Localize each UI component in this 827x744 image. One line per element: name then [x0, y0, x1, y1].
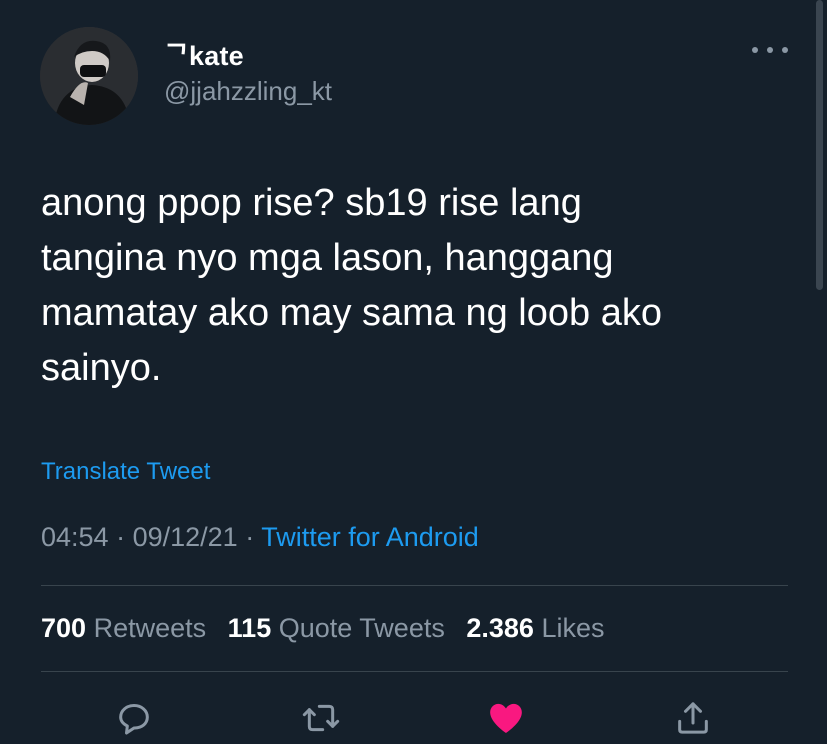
likes-label: Likes	[541, 613, 605, 643]
retweets-stat[interactable]: 700 Retweets	[41, 613, 206, 644]
more-dot	[782, 47, 788, 53]
heart-icon[interactable]	[486, 698, 526, 738]
retweets-count: 700	[41, 613, 87, 643]
tweet-text-line: mamatay ako may sama ng loob ako	[41, 292, 662, 334]
retweet-icon[interactable]	[301, 698, 341, 738]
tweet-date[interactable]: 09/12/21	[133, 522, 238, 552]
tweet-metadata: 04:54 · 09/12/21 · Twitter for Android	[41, 522, 479, 553]
more-dot	[752, 47, 758, 53]
scrollbar[interactable]	[816, 0, 823, 290]
tweet-source-link[interactable]: Twitter for Android	[261, 522, 479, 552]
translate-tweet-link[interactable]: Translate Tweet	[41, 458, 210, 486]
display-name[interactable]: ᄀkate	[164, 34, 244, 73]
quote-tweets-count: 115	[227, 613, 272, 643]
avatar-photo	[40, 27, 138, 125]
tweet-text-line: anong ppop rise? sb19 rise lang	[41, 182, 582, 224]
likes-stat[interactable]: 2.386 Likes	[466, 613, 604, 644]
tweet-time[interactable]: 04:54	[41, 522, 109, 552]
meta-separator: ·	[108, 522, 133, 552]
share-icon[interactable]	[673, 698, 713, 738]
likes-count: 2.386	[466, 613, 534, 643]
tweet-text-line: sainyo.	[41, 347, 162, 389]
tweet-text-line: tangina nyo mga lason, hanggang	[41, 237, 614, 279]
more-options-icon[interactable]	[752, 38, 788, 62]
divider	[41, 671, 788, 672]
meta-separator: ·	[237, 522, 262, 552]
tweet-detail-page: ᄀkate @jjahzzling_kt anong ppop rise? sb…	[0, 0, 827, 744]
reply-icon[interactable]	[114, 698, 154, 738]
user-handle[interactable]: @jjahzzling_kt	[164, 76, 332, 107]
more-dot	[767, 47, 773, 53]
tweet-text: anong ppop rise? sb19 rise lang tangina n…	[41, 176, 781, 396]
tweet-stats: 700 Retweets 115 Quote Tweets 2.386 Like…	[41, 613, 618, 644]
quote-tweets-label: Quote Tweets	[278, 613, 445, 643]
divider	[41, 585, 788, 586]
retweets-label: Retweets	[93, 613, 207, 643]
avatar[interactable]	[40, 27, 138, 125]
quote-tweets-stat[interactable]: 115 Quote Tweets	[228, 613, 445, 644]
